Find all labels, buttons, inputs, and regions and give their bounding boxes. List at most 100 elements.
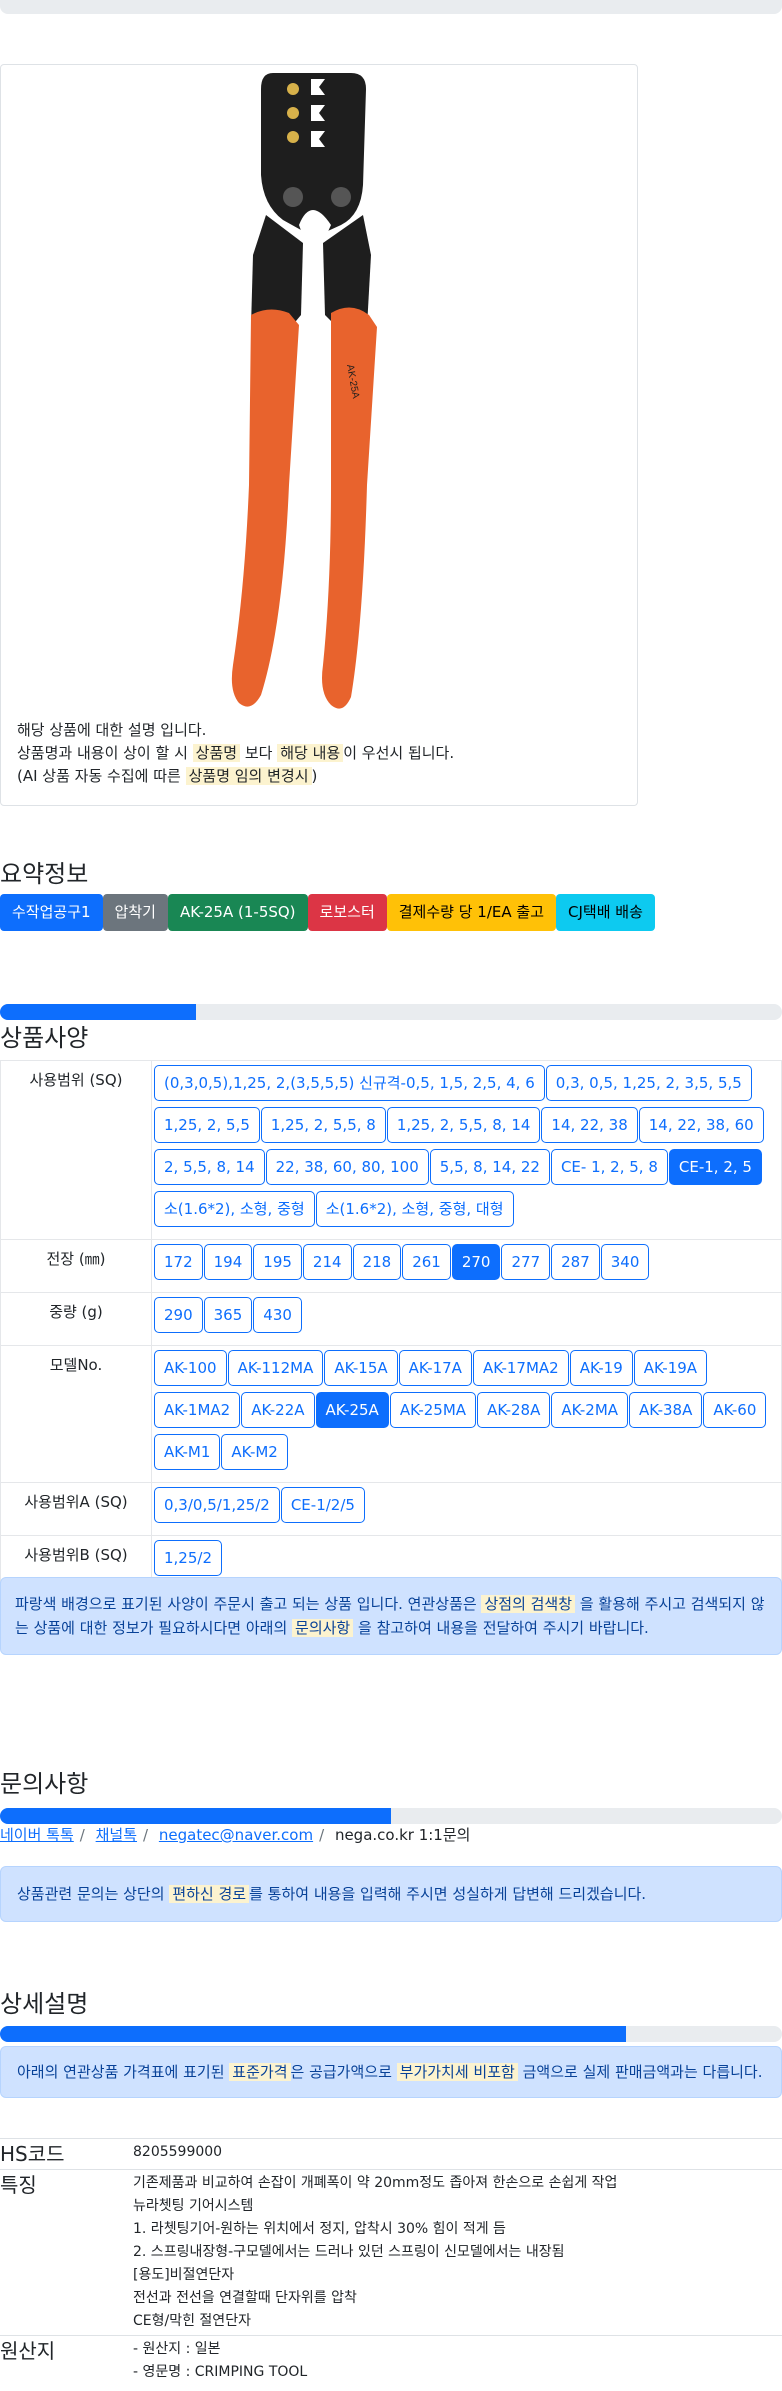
spec-option-selected[interactable]: AK-25A bbox=[315, 1392, 389, 1428]
spec-progress bbox=[0, 1004, 782, 1020]
detail-progress-fill bbox=[0, 2026, 626, 2042]
feature-line: 전선과 전선을 연결할때 단자위를 압착 bbox=[133, 2290, 357, 2306]
tag-type: 압착기 bbox=[102, 894, 168, 931]
spec-option[interactable]: 214 bbox=[302, 1244, 352, 1280]
spec-option[interactable]: 14, 22, 38 bbox=[541, 1107, 638, 1143]
spec-option[interactable]: AK-28A bbox=[477, 1392, 551, 1428]
spec-option[interactable]: 194 bbox=[203, 1244, 253, 1280]
spec-option[interactable]: AK-19A bbox=[633, 1350, 708, 1386]
feature-list: 기존제품과 비교하여 손잡이 개폐폭이 약 20mm정도 좁아져 한손으로 손쉽… bbox=[133, 2169, 782, 2336]
spec-option[interactable]: 340 bbox=[600, 1244, 650, 1280]
summary-title: 요약정보 bbox=[0, 860, 89, 888]
spec-row-label: 모델No. bbox=[0, 1345, 152, 1483]
spec-option[interactable]: AK-22A bbox=[241, 1392, 315, 1428]
spec-row-label: 사용범위 (SQ) bbox=[0, 1060, 152, 1240]
detail-progress bbox=[0, 2026, 782, 2042]
spec-options: (0,3,0,5),1,25, 2,(3,5,5,5) 신규격-0,5, 1,5… bbox=[151, 1060, 782, 1240]
spec-option[interactable]: 1,25, 2, 5,5 bbox=[154, 1107, 260, 1143]
spec-option[interactable]: 430 bbox=[253, 1297, 302, 1333]
spec-row-label: 중량 (g) bbox=[0, 1292, 152, 1346]
spec-option[interactable]: AK-19 bbox=[569, 1350, 633, 1386]
spec-row: 전장 (㎜) 172 194 195 214 218 261 270 277 287 340 bbox=[0, 1239, 782, 1293]
origin-line: - 영문명 : CRIMPING TOOL bbox=[133, 2364, 308, 2380]
detail-notice: 아래의 연관상품 가격표에 표기된 표준가격 은 공급가액으로 부가가치세 비포함… bbox=[0, 2046, 782, 2098]
spec-option[interactable]: AK-M1 bbox=[154, 1434, 221, 1470]
tag-brand: 로보스터 bbox=[307, 894, 387, 931]
spec-option[interactable]: 2, 5,5, 8, 14 bbox=[154, 1149, 265, 1185]
spec-options: AK-100 AK-112MA AK-15A AK-17A AK-17MA2 AK-19 A… bbox=[151, 1345, 782, 1483]
naver-talk-link[interactable]: 네이버 톡톡 bbox=[0, 1826, 74, 1844]
spec-option[interactable]: CE-1/2/5 bbox=[280, 1487, 365, 1523]
spec-row: 사용범위A (SQ) 0,3/0,5/1,25/2 CE-1/2/5 bbox=[0, 1482, 782, 1536]
origin-label: 원산지 bbox=[0, 2335, 133, 2386]
spec-option[interactable]: (0,3,0,5),1,25, 2,(3,5,5,5) 신규격-0,5, 1,5… bbox=[154, 1065, 545, 1101]
spec-options: 290 365 430 bbox=[151, 1292, 782, 1346]
spec-option[interactable]: CE- 1, 2, 5, 8 bbox=[550, 1149, 668, 1185]
origin-list: - 원산지 : 일본 - 영문명 : CRIMPING TOOL bbox=[133, 2335, 782, 2386]
spec-option[interactable]: AK-60 bbox=[703, 1392, 767, 1428]
spec-option[interactable]: AK-15A bbox=[324, 1350, 398, 1386]
spec-option[interactable]: AK-1MA2 bbox=[154, 1392, 241, 1428]
spec-row: 사용범위 (SQ) (0,3,0,5),1,25, 2,(3,5,5,5) 신규격… bbox=[0, 1060, 782, 1240]
feature-line: [용도]비절연단자 bbox=[133, 2267, 235, 2283]
spec-option-selected[interactable]: 270 bbox=[451, 1244, 501, 1280]
spec-option[interactable]: 5,5, 8, 14, 22 bbox=[429, 1149, 550, 1185]
spec-option[interactable]: 22, 38, 60, 80, 100 bbox=[265, 1149, 429, 1185]
spec-option[interactable]: AK-100 bbox=[154, 1350, 227, 1386]
spec-option[interactable]: 1,25, 2, 5,5, 8, 14 bbox=[386, 1107, 541, 1143]
tag-shipping: CJ택배 배송 bbox=[556, 894, 655, 931]
site-inquiry-text: nega.co.kr 1:1문의 bbox=[334, 1826, 471, 1844]
spec-option[interactable]: 277 bbox=[501, 1244, 551, 1280]
spec-options: 172 194 195 214 218 261 270 277 287 340 bbox=[151, 1239, 782, 1293]
spec-title: 상품사양 bbox=[0, 1024, 89, 1052]
inquiry-title: 문의사항 bbox=[0, 1770, 89, 1798]
email-link[interactable]: negatec@naver.com bbox=[159, 1826, 313, 1844]
spec-option[interactable]: 1,25/2 bbox=[154, 1540, 222, 1576]
spec-option[interactable]: 14, 22, 38, 60 bbox=[638, 1107, 764, 1143]
spec-option[interactable]: 소(1.6*2), 소형, 중형 bbox=[154, 1191, 315, 1227]
spec-option[interactable]: 1,25, 2, 5,5, 8 bbox=[260, 1107, 386, 1143]
tag-category: 수작업공구1 bbox=[0, 894, 103, 931]
detail-table: HS코드 8205599000 특징 기존제품과 비교하여 손잡이 개폐폭이 약… bbox=[0, 2138, 782, 2386]
feature-row: 특징 기존제품과 비교하여 손잡이 개폐폭이 약 20mm정도 좁아져 한손으로… bbox=[0, 2169, 782, 2336]
spec-row: 모델No. AK-100 AK-112MA AK-15A AK-17A AK-17MA2 A… bbox=[0, 1345, 782, 1483]
spec-option[interactable]: 261 bbox=[402, 1244, 451, 1280]
spec-option[interactable]: AK-112MA bbox=[227, 1350, 324, 1386]
spec-option[interactable]: AK-17MA2 bbox=[472, 1350, 569, 1386]
spec-option[interactable]: AK-M2 bbox=[221, 1434, 288, 1470]
feature-line: 1. 라쳇팅기어-원하는 위치에서 정지, 압착시 30% 힘이 적게 듬 bbox=[133, 2221, 506, 2237]
spec-option[interactable]: 0,3, 0,5, 1,25, 2, 3,5, 5,5 bbox=[545, 1065, 752, 1101]
channel-talk-link[interactable]: 채널톡 bbox=[96, 1826, 137, 1844]
spec-option[interactable]: AK-38A bbox=[629, 1392, 703, 1428]
origin-line: - 원산지 : 일본 bbox=[133, 2341, 221, 2357]
spec-option[interactable]: 195 bbox=[253, 1244, 302, 1280]
spec-option[interactable]: AK-2MA bbox=[551, 1392, 629, 1428]
desc-line1: 해당 상품에 대한 설명 입니다. bbox=[17, 721, 207, 739]
product-description: 해당 상품에 대한 설명 입니다. 상품명과 내용이 상이 할 시 상품명 보다… bbox=[17, 719, 454, 788]
product-image: AK-25A bbox=[231, 73, 377, 709]
contact-links: 네이버 톡톡 / 채널톡 / negatec@naver.com / nega.co.… bbox=[0, 1826, 471, 1844]
spec-option[interactable]: 소(1.6*2), 소형, 중형, 대형 bbox=[315, 1191, 514, 1227]
feature-line: 2. 스프링내장형-구모델에서는 드러나 있던 스프링이 신모델에서는 내장됨 bbox=[133, 2244, 565, 2260]
spec-option[interactable]: 0,3/0,5/1,25/2 bbox=[154, 1487, 280, 1523]
spec-option[interactable]: 365 bbox=[203, 1297, 253, 1333]
spec-option-selected[interactable]: CE-1, 2, 5 bbox=[668, 1149, 762, 1185]
hs-row: HS코드 8205599000 bbox=[0, 2138, 782, 2170]
spec-option[interactable]: AK-25MA bbox=[389, 1392, 477, 1428]
feature-line: 기존제품과 비교하여 손잡이 개폐폭이 약 20mm정도 좁아져 한손으로 손쉽… bbox=[133, 2175, 618, 2191]
spec-table: 사용범위 (SQ) (0,3,0,5),1,25, 2,(3,5,5,5) 신규격… bbox=[0, 1060, 782, 1589]
spec-option[interactable]: 172 bbox=[154, 1244, 203, 1280]
detail-title: 상세설명 bbox=[0, 1990, 89, 2018]
tag-quantity: 결제수량 당 1/EA 출고 bbox=[386, 894, 556, 931]
top-progress-bar bbox=[0, 0, 782, 14]
summary-tags: 수작업공구1 압착기 AK-25A (1-5SQ) 로보스터 결제수량 당 1/… bbox=[0, 894, 655, 931]
inquiry-progress-fill bbox=[0, 1808, 391, 1824]
tag-model: AK-25A (1-5SQ) bbox=[167, 894, 308, 931]
product-card: AK-25A 해당 상품에 대한 설명 입니다. 상품명과 내용이 상이 할 시… bbox=[0, 64, 638, 806]
hs-value: 8205599000 bbox=[133, 2138, 782, 2170]
spec-option[interactable]: 218 bbox=[352, 1244, 402, 1280]
spec-option[interactable]: 290 bbox=[154, 1297, 203, 1333]
spec-option[interactable]: AK-17A bbox=[398, 1350, 472, 1386]
inquiry-notice: 상품관련 문의는 상단의 편하신 경로 를 통하여 내용을 입력해 주시면 성실하… bbox=[0, 1866, 782, 1922]
spec-option[interactable]: 287 bbox=[551, 1244, 600, 1280]
